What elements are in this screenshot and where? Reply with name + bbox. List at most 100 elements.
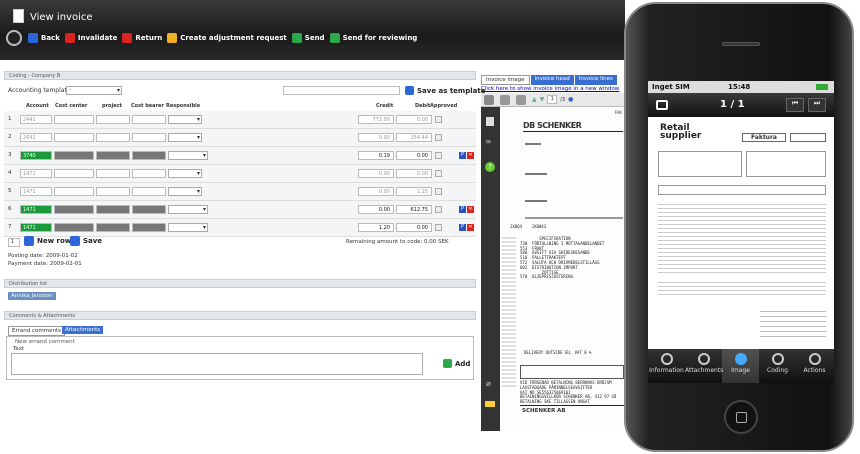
copy-icon[interactable] bbox=[516, 94, 526, 105]
phone-tab-attachments[interactable]: Attachments bbox=[685, 349, 723, 383]
templates-select[interactable]: - bbox=[66, 86, 122, 95]
credit-input[interactable]: 1.20 bbox=[358, 223, 394, 232]
help-icon[interactable]: ? bbox=[485, 162, 495, 172]
phone-tab-image[interactable]: Image bbox=[722, 349, 759, 383]
project-input[interactable] bbox=[96, 133, 130, 142]
project-input[interactable] bbox=[96, 169, 130, 178]
account-input[interactable]: 3740 bbox=[20, 151, 52, 160]
approved-checkbox[interactable] bbox=[435, 152, 442, 159]
cost-center-input[interactable] bbox=[54, 223, 94, 232]
account-input[interactable]: 2641 bbox=[20, 133, 52, 142]
cost-center-input[interactable] bbox=[54, 169, 94, 178]
tab-invoice-lines[interactable]: Invoice lines bbox=[574, 75, 617, 85]
project-input[interactable] bbox=[96, 151, 130, 160]
cost-bearer-input[interactable] bbox=[132, 223, 166, 232]
home-button[interactable] bbox=[724, 400, 758, 434]
return-button[interactable]: Return bbox=[122, 33, 162, 43]
up-arrow-icon[interactable]: ▲ bbox=[532, 96, 537, 103]
credit-input[interactable]: 0.00 bbox=[358, 187, 394, 196]
split-row-icon[interactable]: P bbox=[459, 206, 466, 213]
back-button[interactable]: Back bbox=[28, 33, 60, 43]
send-for-reviewing-button[interactable]: Send for reviewing bbox=[329, 33, 417, 43]
cost-bearer-input[interactable] bbox=[132, 151, 166, 160]
down-arrow-icon[interactable]: ▼ bbox=[540, 96, 545, 103]
account-input[interactable]: 1471 bbox=[20, 205, 52, 214]
account-input[interactable]: 1471 bbox=[20, 187, 52, 196]
phone-tab-information[interactable]: Information bbox=[648, 349, 685, 383]
split-row-icon[interactable]: P bbox=[459, 224, 466, 231]
template-name-input[interactable] bbox=[283, 86, 400, 95]
cost-center-input[interactable] bbox=[54, 115, 94, 124]
add-comment-button[interactable]: Add bbox=[443, 359, 470, 368]
cost-center-input[interactable] bbox=[54, 133, 94, 142]
approved-checkbox[interactable] bbox=[435, 134, 442, 141]
account-input[interactable]: 1471 bbox=[20, 223, 52, 232]
cost-bearer-input[interactable] bbox=[132, 205, 166, 214]
share-icon[interactable] bbox=[656, 100, 668, 110]
project-input[interactable] bbox=[96, 205, 130, 214]
create-adjustment-button[interactable]: Create adjustment request bbox=[167, 33, 287, 43]
cost-bearer-input[interactable] bbox=[132, 187, 166, 196]
print-icon[interactable] bbox=[484, 94, 494, 105]
debit-input[interactable]: 0.00 bbox=[396, 223, 432, 232]
comment-textarea[interactable] bbox=[11, 353, 423, 375]
account-input[interactable]: 1471 bbox=[20, 169, 52, 178]
cost-bearer-input[interactable] bbox=[132, 115, 166, 124]
responsible-select[interactable] bbox=[168, 223, 208, 232]
save-icon[interactable] bbox=[500, 94, 510, 105]
new-row-count-input[interactable]: 1 bbox=[8, 238, 20, 247]
paperclip-icon[interactable]: ⌀ bbox=[486, 379, 491, 388]
cost-center-input[interactable] bbox=[54, 151, 94, 160]
phone-tab-actions[interactable]: Actions bbox=[796, 349, 833, 383]
distribution-person[interactable]: Annika Jansson bbox=[8, 292, 56, 300]
debit-input[interactable]: 1.25 bbox=[396, 187, 432, 196]
approved-checkbox[interactable] bbox=[435, 188, 442, 195]
approved-checkbox[interactable] bbox=[435, 116, 442, 123]
cost-bearer-input[interactable] bbox=[132, 169, 166, 178]
responsible-select[interactable] bbox=[168, 169, 202, 178]
delete-row-icon[interactable]: ✕ bbox=[467, 206, 474, 213]
prev-page-button[interactable]: ⏮ bbox=[786, 98, 804, 112]
debit-input[interactable]: 154.44 bbox=[396, 133, 432, 142]
page-thumb-icon[interactable] bbox=[486, 117, 494, 126]
open-image-link[interactable]: Click here to show invoice image in a ne… bbox=[481, 86, 619, 92]
tab-invoice-image[interactable]: Invoice image bbox=[481, 75, 530, 85]
project-input[interactable] bbox=[96, 223, 130, 232]
credit-input[interactable]: 0.00 bbox=[358, 205, 394, 214]
zoom-icon[interactable]: ● bbox=[568, 96, 573, 103]
save-template-button[interactable]: Save as template bbox=[405, 86, 485, 95]
credit-input[interactable]: 0.19 bbox=[358, 151, 394, 160]
approved-checkbox[interactable] bbox=[435, 206, 442, 213]
responsible-select[interactable] bbox=[168, 133, 202, 142]
delete-row-icon[interactable]: ✕ bbox=[467, 152, 474, 159]
tab-invoice-head[interactable]: Invoice head bbox=[530, 75, 574, 85]
next-page-button[interactable]: ⏭ bbox=[808, 98, 826, 112]
credit-input[interactable]: 0.00 bbox=[358, 133, 394, 142]
cost-bearer-input[interactable] bbox=[132, 133, 166, 142]
debit-input[interactable]: 0.00 bbox=[396, 169, 432, 178]
project-input[interactable] bbox=[96, 187, 130, 196]
project-input[interactable] bbox=[96, 115, 130, 124]
help-icon[interactable] bbox=[6, 30, 22, 46]
new-row-button[interactable]: New row bbox=[24, 236, 71, 246]
invalidate-button[interactable]: Invalidate bbox=[64, 33, 117, 43]
credit-input[interactable]: 772.00 bbox=[358, 115, 394, 124]
send-button[interactable]: Send bbox=[291, 33, 325, 43]
approved-checkbox[interactable] bbox=[435, 224, 442, 231]
save-button[interactable]: Save bbox=[70, 236, 102, 246]
debit-input[interactable]: 0.00 bbox=[396, 115, 432, 124]
phone-tab-coding[interactable]: Coding bbox=[759, 349, 796, 383]
credit-input[interactable]: 0.00 bbox=[358, 169, 394, 178]
account-input[interactable]: 2441 bbox=[20, 115, 52, 124]
responsible-select[interactable] bbox=[168, 151, 208, 160]
page-number-input[interactable]: 1 bbox=[547, 95, 558, 104]
responsible-select[interactable] bbox=[168, 187, 202, 196]
split-row-icon[interactable]: P bbox=[459, 152, 466, 159]
cost-center-input[interactable] bbox=[54, 187, 94, 196]
comment-icon[interactable] bbox=[485, 401, 495, 407]
delete-row-icon[interactable]: ✕ bbox=[467, 224, 474, 231]
responsible-select[interactable] bbox=[168, 115, 202, 124]
binoculars-icon[interactable]: ∞ bbox=[485, 137, 492, 146]
debit-input[interactable]: 0.00 bbox=[396, 151, 432, 160]
cost-center-input[interactable] bbox=[54, 205, 94, 214]
